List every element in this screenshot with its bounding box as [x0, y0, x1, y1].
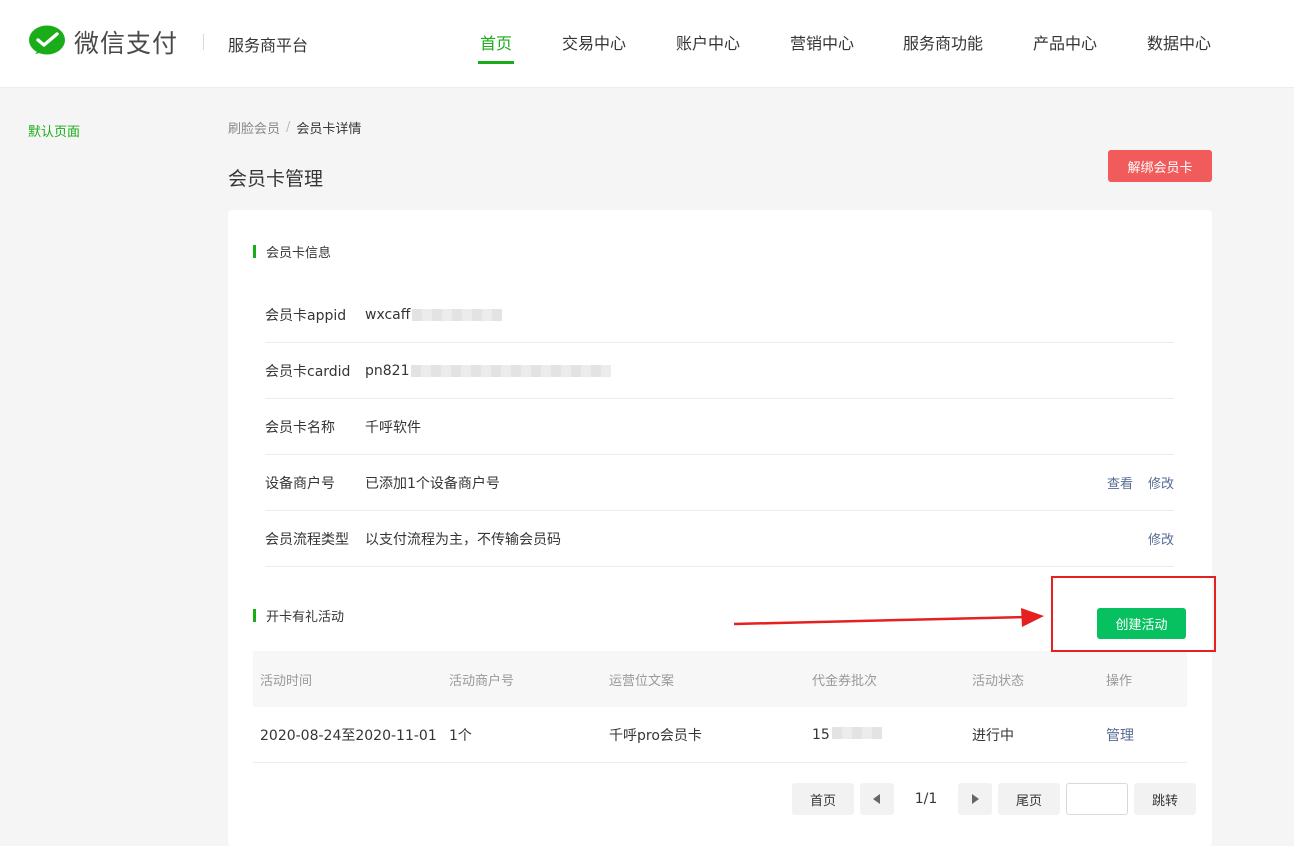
info-label: 会员卡cardid — [265, 363, 351, 380]
breadcrumb: 刷脸会员 / 会员卡详情 — [228, 118, 361, 137]
nav-home[interactable]: 首页 — [480, 30, 512, 54]
annotation-highlight-box — [1051, 576, 1216, 652]
edit-device-merchant-link[interactable]: 修改 — [1148, 473, 1174, 492]
nav-product-center[interactable]: 产品中心 — [1033, 30, 1097, 54]
activity-status-cell: 进行中 — [972, 727, 1014, 744]
activity-batch-cell: 15 — [812, 726, 972, 743]
column-header: 运营位文案 — [609, 673, 675, 689]
last-page-button[interactable]: 尾页 — [998, 783, 1060, 815]
nav-active-indicator — [478, 61, 514, 64]
nav-trade-center[interactable]: 交易中心 — [562, 30, 626, 54]
info-row-cardid: 会员卡cardid pn821 — [265, 343, 1174, 399]
member-card-panel: 会员卡信息 会员卡appid wxcaff 会员卡cardid pn821 会员… — [228, 210, 1212, 846]
row-actions: 修改 — [1148, 529, 1174, 548]
page-title: 会员卡管理 — [228, 168, 324, 190]
info-row-device-merchant: 设备商户号 已添加1个设备商户号 查看 修改 — [265, 455, 1174, 511]
page-indicator: 1/1 — [914, 791, 938, 807]
chevron-left-icon — [873, 794, 880, 804]
redacted-mask — [412, 308, 503, 321]
activity-section-title: 开卡有礼活动 — [253, 606, 344, 625]
redacted-mask — [411, 364, 612, 377]
nav-marketing-center[interactable]: 营销中心 — [790, 30, 854, 54]
nav-data-center[interactable]: 数据中心 — [1147, 30, 1211, 54]
top-header: 微信支付 服务商平台 首页 交易中心 账户中心 营销中心 服务商功能 产品中心 … — [0, 0, 1294, 88]
column-header: 操作 — [1106, 673, 1133, 689]
redacted-mask — [831, 726, 882, 739]
card-info-title-text: 会员卡信息 — [266, 246, 332, 261]
info-row-flow-type: 会员流程类型 以支付流程为主，不传输会员码 修改 — [265, 511, 1174, 567]
view-device-merchant-link[interactable]: 查看 — [1107, 473, 1133, 492]
row-actions: 查看 修改 — [1107, 473, 1174, 492]
activity-merchants-cell: 1个 — [449, 727, 472, 744]
main-nav: 首页 交易中心 账户中心 营销中心 服务商功能 产品中心 数据中心 — [0, 30, 1294, 70]
table-row: 2020-08-24至2020-11-01 1个 千呼pro会员卡 15 进行中… — [253, 707, 1187, 763]
info-value: 以支付流程为主，不传输会员码 — [365, 531, 561, 548]
breadcrumb-parent[interactable]: 刷脸会员 — [228, 118, 280, 137]
info-value: pn821 — [365, 363, 1174, 379]
sidebar-item-default-page[interactable]: 默认页面 — [28, 121, 80, 140]
chevron-right-icon — [972, 794, 979, 804]
info-value: 已添加1个设备商户号 — [365, 475, 500, 492]
prev-page-button[interactable] — [860, 783, 894, 815]
breadcrumb-current: 会员卡详情 — [296, 122, 362, 137]
next-page-button[interactable] — [958, 783, 992, 815]
activity-title-text: 开卡有礼活动 — [266, 610, 345, 625]
column-header: 代金券批次 — [812, 673, 878, 689]
appid-value: wxcaff — [365, 306, 411, 323]
table-header: 活动时间 活动商户号 运营位文案 代金券批次 活动状态 操作 — [253, 651, 1187, 707]
nav-partner-functions[interactable]: 服务商功能 — [903, 30, 983, 54]
cardid-value: pn821 — [365, 362, 410, 379]
annotation-arrow-icon — [734, 608, 1044, 627]
info-label: 设备商户号 — [265, 475, 335, 492]
column-header: 活动状态 — [972, 673, 1025, 689]
pagination: 首页 1/1 尾页 跳转 — [792, 783, 1196, 815]
info-label: 会员卡appid — [265, 307, 347, 324]
info-row-appid: 会员卡appid wxcaff — [265, 287, 1174, 343]
column-header: 活动时间 — [260, 673, 313, 689]
info-value: wxcaff — [365, 307, 1174, 323]
nav-account-center[interactable]: 账户中心 — [676, 30, 740, 54]
activity-table: 活动时间 活动商户号 运营位文案 代金券批次 活动状态 操作 2020-08-2… — [253, 651, 1187, 763]
info-label: 会员卡名称 — [265, 419, 335, 436]
unbind-card-button[interactable]: 解绑会员卡 — [1108, 150, 1212, 182]
section-accent-bar — [253, 609, 256, 622]
info-value: 千呼软件 — [365, 419, 421, 436]
info-label: 会员流程类型 — [265, 531, 349, 548]
breadcrumb-separator: / — [286, 120, 291, 135]
manage-activity-link[interactable]: 管理 — [1106, 725, 1186, 745]
batch-value: 15 — [812, 726, 830, 743]
activity-copy-cell: 千呼pro会员卡 — [609, 727, 702, 744]
activity-time-cell: 2020-08-24至2020-11-01 — [260, 727, 437, 744]
edit-flow-type-link[interactable]: 修改 — [1148, 529, 1174, 548]
column-header: 活动商户号 — [449, 673, 515, 689]
first-page-button[interactable]: 首页 — [792, 783, 854, 815]
card-info-section-title: 会员卡信息 — [253, 242, 331, 261]
jump-button[interactable]: 跳转 — [1134, 783, 1196, 815]
info-row-card-name: 会员卡名称 千呼软件 — [265, 399, 1174, 455]
page-jump-input[interactable] — [1066, 783, 1128, 815]
section-accent-bar — [253, 245, 256, 258]
